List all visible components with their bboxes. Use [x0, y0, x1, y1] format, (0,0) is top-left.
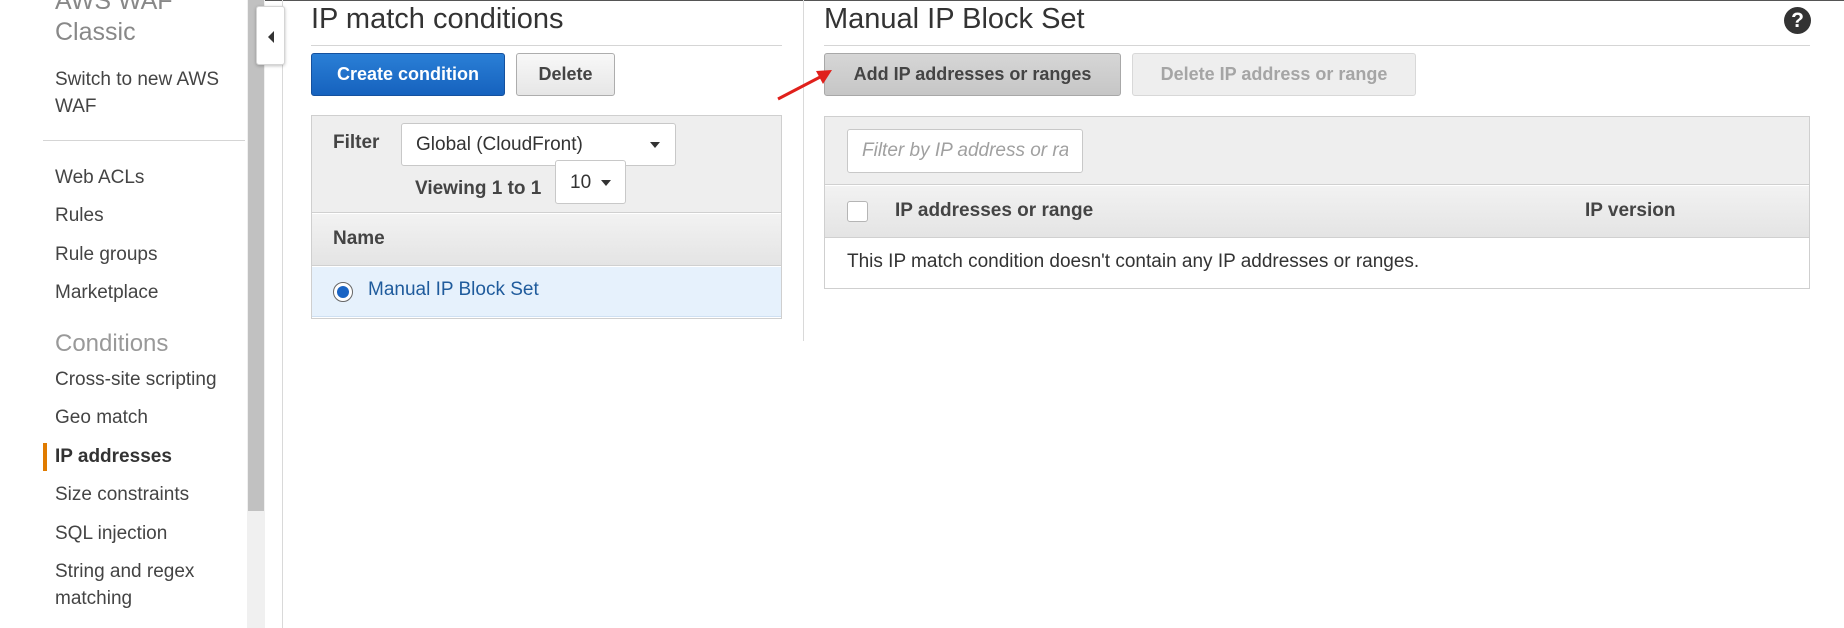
page-size-select[interactable]: 10 [555, 160, 626, 204]
page-size-value: 10 [570, 172, 592, 193]
sidebar-item-string-regex[interactable]: String and regex matching [55, 558, 225, 612]
sidebar-item-sql-injection[interactable]: SQL injection [55, 520, 167, 547]
sidebar-item-geo-match[interactable]: Geo match [55, 404, 148, 431]
sidebar-item-web-acls[interactable]: Web ACLs [55, 164, 144, 191]
ip-addresses-table: IP addresses or range IP version This IP… [824, 116, 1810, 289]
collapse-sidebar-button[interactable] [256, 6, 285, 65]
sidebar-item-rules[interactable]: Rules [55, 202, 104, 229]
ip-filter-bar [825, 117, 1809, 185]
table-row[interactable]: Manual IP Block Set [312, 267, 781, 317]
annotation-arrow-icon [777, 70, 832, 101]
empty-state-message: This IP match condition doesn't contain … [847, 251, 1420, 272]
sidebar-section-conditions: Conditions [55, 330, 169, 357]
sidebar-item-size-constraints[interactable]: Size constraints [55, 481, 189, 508]
caret-down-icon [650, 142, 660, 148]
viewing-range-text: Viewing 1 to 1 [415, 178, 542, 199]
conditions-table-header: Name [312, 214, 781, 266]
sidebar-item-marketplace[interactable]: Marketplace [55, 279, 159, 306]
delete-condition-button[interactable]: Delete [516, 53, 615, 96]
sidebar-item-ip-addresses[interactable]: IP addresses [55, 443, 172, 470]
select-all-checkbox[interactable] [847, 201, 868, 222]
detail-title-divider [824, 45, 1810, 46]
row-radio-button[interactable] [333, 282, 353, 302]
conditions-panel-title: IP match conditions [311, 3, 564, 35]
region-filter-value: Global (CloudFront) [416, 134, 583, 155]
delete-ip-address-button[interactable]: Delete IP address or range [1132, 53, 1416, 96]
conditions-title-divider [311, 45, 782, 46]
condition-name-link[interactable]: Manual IP Block Set [368, 279, 539, 301]
filter-label: Filter [333, 132, 380, 153]
sidebar-active-indicator [43, 443, 47, 471]
region-filter-select[interactable]: Global (CloudFront) [401, 123, 676, 166]
sidebar-title: AWS WAF Classic [55, 0, 173, 46]
ip-table-header: IP addresses or range IP version [825, 186, 1809, 238]
panel-divider [803, 0, 804, 341]
radio-selected-dot [337, 286, 349, 298]
top-border [240, 0, 1844, 1]
column-name-header: Name [333, 228, 385, 249]
sidebar-border [282, 0, 283, 628]
ip-filter-input[interactable] [847, 129, 1083, 173]
conditions-table: Filter Global (CloudFront) Viewing 1 to … [311, 115, 782, 319]
sidebar: AWS WAF Classic Switch to new AWS WAF We… [0, 0, 247, 628]
switch-to-new-waf-link[interactable]: Switch to new AWS WAF [55, 66, 245, 120]
sidebar-divider [43, 140, 245, 141]
caret-left-icon [268, 31, 274, 43]
sidebar-scrollbar-thumb[interactable] [248, 0, 264, 511]
sidebar-item-rule-groups[interactable]: Rule groups [55, 241, 157, 268]
create-condition-button[interactable]: Create condition [311, 53, 505, 96]
question-circle-icon[interactable]: ? [1784, 7, 1811, 34]
add-ip-addresses-button[interactable]: Add IP addresses or ranges [824, 53, 1121, 96]
sidebar-item-cross-site-scripting[interactable]: Cross-site scripting [55, 366, 217, 393]
column-ip-header[interactable]: IP addresses or range [895, 200, 1093, 222]
caret-down-icon [601, 180, 611, 186]
column-ip-version-header[interactable]: IP version [1585, 200, 1675, 222]
conditions-filter-bar: Filter Global (CloudFront) Viewing 1 to … [312, 116, 781, 213]
detail-panel-title: Manual IP Block Set [824, 3, 1085, 35]
